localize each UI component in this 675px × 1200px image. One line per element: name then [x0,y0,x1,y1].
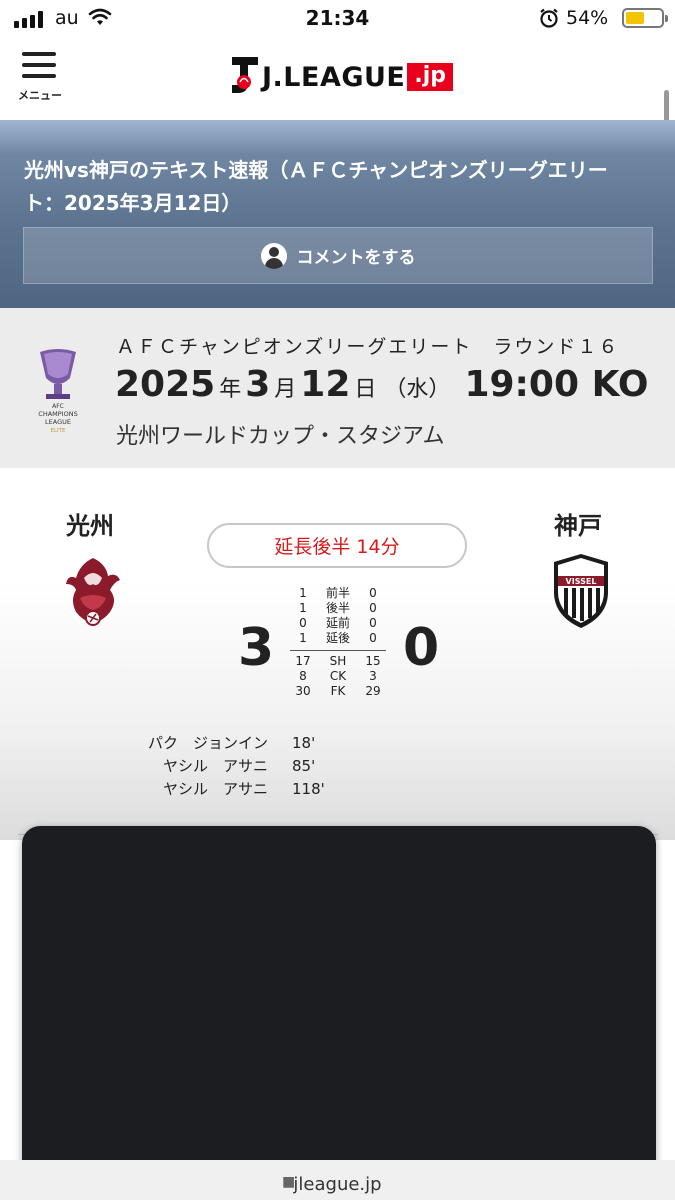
period-home-value: 1 [299,601,307,615]
away-team-name[interactable]: 神戸 [554,506,602,541]
jleague-emblem-icon [230,55,260,99]
period-away-value: 0 [369,586,377,600]
period-row: 0 延前 0 [288,616,388,631]
vissel-badge-text: VISSEL [566,577,597,586]
scorer-row: ヤシル アサニ 85' [110,755,370,778]
competition-name: ＡＦＣチャンピオンズリーグエリート ラウンド１６ [116,336,620,358]
stat-label: FK [330,684,346,698]
goal-minute: 85' [292,757,316,775]
battery-icon [622,8,668,28]
stat-label: CK [329,669,347,683]
stat-away-value: 15 [365,654,381,668]
acl-elite-logo: AFC CHAMPIONS LEAGUE ELITE [30,348,86,440]
period-away-value: 0 [369,601,377,615]
year-unit: 年 [219,377,242,402]
period-home-value: 1 [299,586,307,600]
period-row: 1 延後 0 [288,631,388,646]
day-unit: 日 [354,377,377,402]
period-label: 延前 [325,616,350,630]
status-bar: au 21:34 54% [0,0,675,38]
stat-home-value: 30 [295,684,311,698]
stadium-name: 光州ワールドカップ・スタジアム [116,424,445,449]
period-away-value: 0 [369,631,377,645]
stat-away-value: 29 [365,684,381,698]
match-day: 12 [300,364,351,405]
comment-button[interactable]: コメントをする [23,227,653,284]
match-info: AFC CHAMPIONS LEAGUE ELITE ＡＦＣチャンピオンズリーグ… [0,308,675,468]
match-year: 2025 [115,364,216,405]
stat-row: 8 CK 3 [288,669,388,684]
goal-scorers-list: パク ジョンイン 18' ヤシル アサニ 85' ヤシル アサニ 118' [110,732,370,801]
acl-logo-line-2: CHAMPIONS [38,410,77,418]
stat-away-value: 3 [369,669,377,683]
hero-banner: 光州vs神戸のテキスト速報（ＡＦＣチャンピオンズリーグエリート：2025年3月1… [0,120,675,308]
month-unit: 月 [274,377,297,402]
alarm-clock-icon [538,7,560,33]
home-score: 3 [238,618,275,678]
menu-label: メニュー [18,89,62,102]
logo-suffix: .jp [407,63,454,91]
match-weekday: （水） [384,377,451,402]
period-label: 後半 [325,601,350,615]
match-status-badge: 延長後半 14分 [207,523,467,568]
goal-minute: 18' [292,734,316,752]
match-status-text: 延長後半 14分 [274,536,400,558]
match-datetime: 2025 年 3 月 12 日 （水） 19:00 KO [115,364,648,405]
stat-home-value: 17 [295,654,311,668]
menu-button[interactable]: メニュー [18,52,66,102]
stat-row: 30 FK 29 [288,684,388,699]
match-month: 3 [245,364,271,405]
scorer-name: ヤシル アサニ [162,757,268,775]
hamburger-icon [22,52,56,85]
user-avatar-icon [260,242,287,269]
stat-label: SH [329,654,347,668]
url-domain: jleague.jp [293,1174,382,1195]
period-home-value: 1 [299,631,307,645]
stats-divider [290,650,386,651]
kickoff-time: 19:00 KO [464,364,649,405]
scorer-name: ヤシル アサニ [162,780,268,798]
period-label: 前半 [325,586,350,600]
battery-percentage: 54% [566,7,609,29]
goal-minute: 118' [292,780,325,798]
scoreboard: 光州 神戸 VISSEL 延長後半 14分 3 0 1 前半 0 1 後半 0 … [0,468,675,840]
period-breakdown: 1 前半 0 1 後半 0 0 延前 0 1 延後 0 17 SH 15 8 C… [288,586,388,699]
acl-logo-line-1: AFC [52,403,64,410]
stat-row: 17 SH 15 [288,654,388,669]
comment-button-label: コメントをする [296,248,416,268]
vissel-kobe-crest-icon[interactable]: VISSEL [550,552,612,630]
browser-url-bar[interactable]: ■ jleague.jp [0,1160,675,1200]
period-row: 1 前半 0 [288,586,388,601]
scorer-name: パク ジョンイン [147,734,268,752]
scorer-row: ヤシル アサニ 118' [110,778,370,801]
page-title: 光州vs神戸のテキスト速報（ＡＦＣチャンピオンズリーグエリート：2025年3月1… [24,158,608,215]
acl-logo-line-4: ELITE [51,428,67,434]
scorer-row: パク ジョンイン 18' [110,732,370,755]
site-header: メニュー J.LEAGUE .jp [0,38,675,154]
acl-logo-line-3: LEAGUE [45,418,71,426]
logo-text: J.LEAGUE [262,61,406,93]
jleague-logo[interactable]: J.LEAGUE .jp [230,55,454,99]
home-team-name[interactable]: 光州 [66,506,114,541]
stat-home-value: 8 [299,669,307,683]
period-row: 1 後半 0 [288,601,388,616]
away-score: 0 [403,618,440,678]
gwangju-crest-icon[interactable] [62,554,124,634]
period-label: 延後 [325,631,350,645]
video-overlay-panel[interactable] [22,826,656,1178]
period-home-value: 0 [299,616,307,630]
period-away-value: 0 [369,616,377,630]
